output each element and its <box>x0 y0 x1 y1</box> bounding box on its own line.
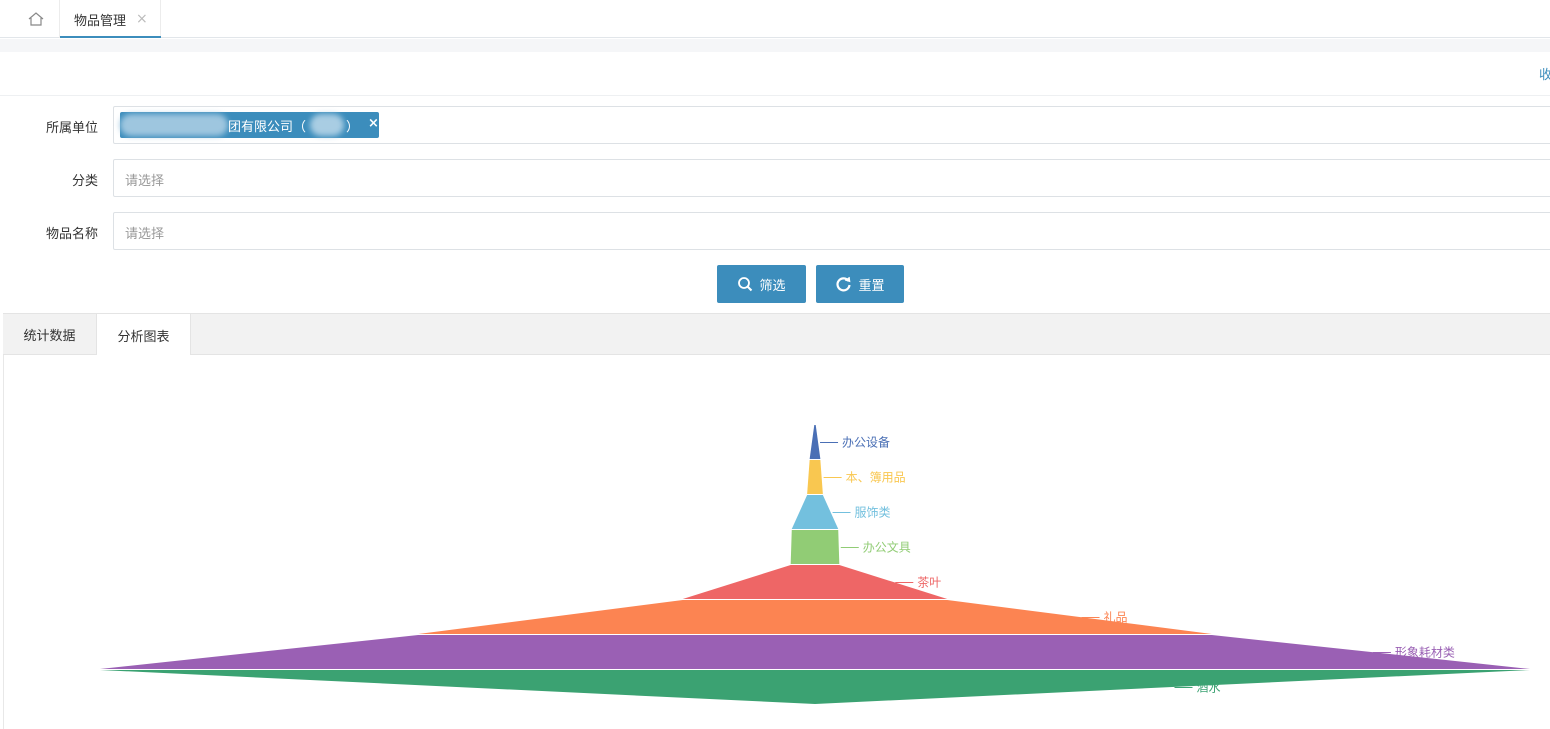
divider-strip <box>0 39 1550 52</box>
home-icon <box>28 12 43 26</box>
funnel-label: 茶叶 <box>917 575 941 590</box>
unit-chip-label-end: ） <box>346 120 360 135</box>
funnel-label: 办公文具 <box>863 540 911 555</box>
category-placeholder: 请选择 <box>125 174 165 189</box>
tab-analysis-chart[interactable]: 分析图表 <box>96 314 191 356</box>
search-toolbar: 收 <box>0 52 1550 96</box>
collapse-link[interactable]: 收 <box>1539 64 1550 83</box>
category-label: 分类 <box>71 174 98 189</box>
tab-item-management[interactable]: 物品管理 × <box>60 0 161 38</box>
funnel-label: 酒水 <box>1197 681 1221 695</box>
tab-bar: 物品管理 × <box>0 0 1550 38</box>
tab-label: 物品管理 <box>74 13 127 29</box>
category-select[interactable]: 请选择 <box>113 159 1550 197</box>
tab-home[interactable] <box>12 0 60 38</box>
item-name-select[interactable]: 请选择 <box>113 212 1550 250</box>
funnel-label: 办公设备 <box>842 435 890 450</box>
tab-statistics[interactable]: 统计数据 <box>3 314 96 355</box>
close-icon[interactable]: × <box>136 11 148 27</box>
funnel-segment[interactable] <box>809 425 821 459</box>
item-name-placeholder: 请选择 <box>125 227 165 242</box>
funnel-label: 礼品 <box>1104 610 1128 625</box>
result-tabs: 统计数据 分析图表 <box>3 313 1550 356</box>
funnel-label: 服饰类 <box>855 506 891 520</box>
funnel-label: 本、簿用品 <box>846 470 906 485</box>
unit-chip: 团有限公司（ ） × <box>120 112 379 138</box>
redacted-blur <box>310 114 344 136</box>
funnel-label: 形象耗材类 <box>1395 646 1455 660</box>
redacted-blur <box>120 114 228 136</box>
funnel-chart: 办公设备本、簿用品服饰类办公文具茶叶礼品形象耗材类酒水 <box>100 425 1530 704</box>
unit-chip-label: 团有限公司（ <box>228 120 307 135</box>
reset-button-label: 重置 <box>858 278 885 294</box>
funnel-segment[interactable] <box>790 530 840 564</box>
active-tab-indicator <box>60 36 161 38</box>
refresh-icon <box>836 276 852 291</box>
tab-statistics-label: 统计数据 <box>23 329 76 344</box>
reset-button[interactable]: 重置 <box>816 265 904 303</box>
item-name-label: 物品名称 <box>45 227 98 242</box>
funnel-segment[interactable] <box>791 495 839 529</box>
unit-label: 所属单位 <box>45 121 98 136</box>
filter-button[interactable]: 筛选 <box>717 265 806 303</box>
tab-analysis-chart-label: 分析图表 <box>117 329 170 345</box>
chip-remove-icon[interactable]: × <box>368 116 379 131</box>
filter-button-label: 筛选 <box>759 278 786 294</box>
funnel-segment[interactable] <box>100 635 1530 669</box>
funnel-segment[interactable] <box>807 460 823 494</box>
funnel-segment[interactable] <box>100 670 1530 704</box>
search-icon <box>738 277 753 292</box>
unit-select[interactable]: 团有限公司（ ） × <box>113 106 1550 144</box>
